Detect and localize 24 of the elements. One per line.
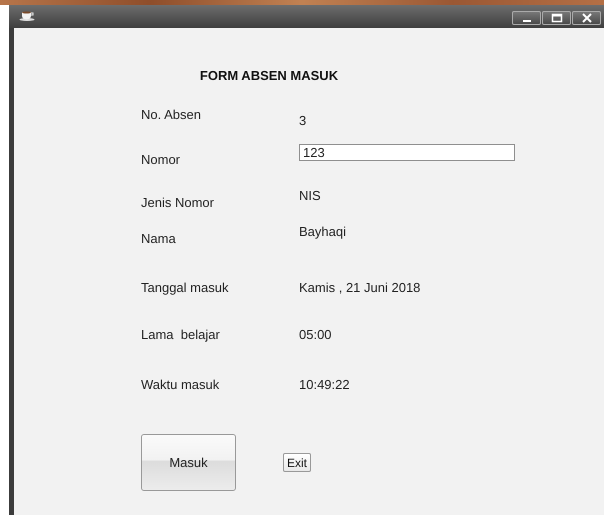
coffee-cup-icon bbox=[19, 11, 35, 21]
field-value: Kamis , 21 Juni 2018 bbox=[299, 281, 420, 295]
field-value: NIS bbox=[299, 189, 321, 203]
field-label: Tanggal masuk bbox=[141, 281, 230, 295]
field-value: 3 bbox=[299, 114, 306, 128]
field-label: Nama bbox=[141, 232, 177, 246]
maximize-button[interactable] bbox=[542, 11, 571, 25]
field-label: No. Absen bbox=[141, 108, 202, 122]
close-button[interactable] bbox=[572, 11, 601, 25]
close-icon bbox=[580, 13, 592, 23]
field-label: Waktu masuk bbox=[141, 378, 220, 392]
form-title: FORM ABSEN MASUK bbox=[198, 68, 340, 84]
field-label: Jenis Nomor bbox=[141, 196, 215, 210]
input-field[interactable]: 123 bbox=[299, 144, 515, 161]
field-label: Nomor bbox=[141, 153, 182, 167]
field-value: Bayhaqi bbox=[299, 225, 346, 239]
exit-button[interactable]: Exit bbox=[283, 453, 312, 472]
minimize-icon bbox=[522, 20, 530, 22]
submit-button[interactable]: Masuk bbox=[141, 434, 236, 491]
minimize-button[interactable] bbox=[512, 11, 541, 25]
field-value: 10:49:22 bbox=[299, 378, 350, 392]
maximize-icon bbox=[550, 13, 562, 23]
field-value: 05:00 bbox=[299, 328, 332, 342]
field-label: Lama belajar bbox=[141, 328, 221, 342]
